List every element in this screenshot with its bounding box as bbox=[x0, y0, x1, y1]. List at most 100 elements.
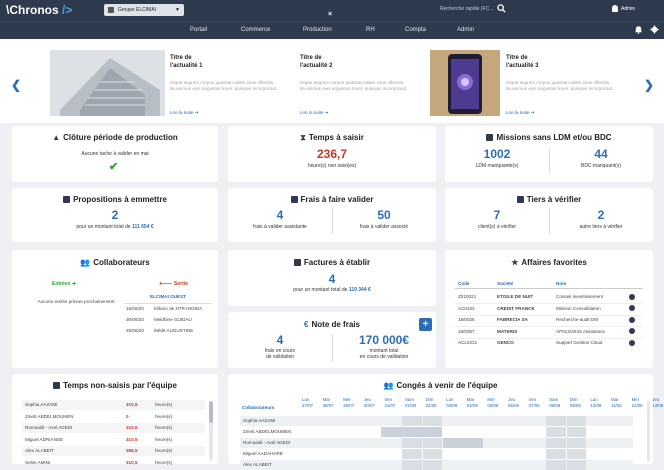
group-select[interactable]: Groupe ELCIMAI ▼ bbox=[104, 4, 184, 16]
news-title-2: Titre de l'actualité 2 bbox=[300, 55, 333, 69]
card-title: ⧗ Temps à saisir bbox=[300, 133, 364, 142]
temps-value[interactable]: 236,7 bbox=[228, 147, 436, 161]
open-arrow-icon[interactable] bbox=[629, 339, 635, 346]
day-header: Mar 04/08 bbox=[466, 397, 478, 408]
affaire-societe[interactable]: ETOILE DE NUIT bbox=[497, 294, 533, 299]
notes-left-value[interactable]: 4 bbox=[228, 333, 332, 347]
open-arrow-icon[interactable] bbox=[629, 316, 635, 323]
affaire-societe[interactable]: FABRECIA SA bbox=[497, 317, 528, 322]
bdc-value[interactable]: 44 bbox=[549, 147, 653, 161]
notes-right-value[interactable]: 170 000€ bbox=[332, 333, 436, 347]
nav-rh[interactable]: RH bbox=[366, 27, 375, 33]
entrees-label: Entrées ➔ bbox=[52, 281, 76, 287]
leave-block[interactable] bbox=[381, 427, 443, 437]
scrollbar[interactable] bbox=[647, 401, 650, 461]
bell-icon[interactable] bbox=[634, 25, 643, 34]
card-temps: ⧗ Temps à saisir 236,7 heure(s) non saisi… bbox=[228, 126, 436, 182]
affaire-nom[interactable]: Mission Consolidation bbox=[556, 306, 601, 311]
gear-icon[interactable] bbox=[650, 25, 659, 34]
hours-unit: heure(s) bbox=[155, 448, 173, 453]
open-arrow-icon[interactable] bbox=[629, 305, 635, 311]
collaborator-name: Zineb ABDELMOUMEN bbox=[25, 413, 74, 419]
close-icon[interactable]: × bbox=[328, 11, 332, 18]
propositions-value[interactable]: 2 bbox=[12, 208, 218, 222]
weekend-cell bbox=[566, 460, 587, 470]
day-header: Mer 29/07 bbox=[343, 397, 355, 408]
hours-unit: heure(s) bbox=[155, 425, 173, 430]
frais-right-value[interactable]: 50 bbox=[332, 208, 436, 222]
open-arrow-icon[interactable] bbox=[629, 328, 635, 334]
collaborator-name: Zineb ABDELMOUMEN bbox=[243, 429, 292, 434]
news-text-3: Utque aegrum corpus quassari etiam ictus… bbox=[506, 80, 614, 91]
factures-value[interactable]: 4 bbox=[228, 272, 436, 286]
search-icon[interactable] bbox=[497, 4, 506, 13]
card-title: € Note de frais bbox=[304, 320, 360, 329]
scrollbar[interactable] bbox=[209, 401, 213, 461]
clipboard-icon bbox=[290, 196, 298, 203]
news-link-1[interactable]: Lire la suite ➔ bbox=[170, 110, 199, 116]
open-arrow-icon[interactable] bbox=[629, 293, 635, 300]
bdc-label: BDC manquant(s) bbox=[580, 163, 621, 169]
day-header: Mer 05/08 bbox=[487, 397, 499, 408]
news-link-3[interactable]: Lire la suite ➔ bbox=[506, 110, 535, 116]
divider bbox=[455, 314, 643, 316]
news-image-1 bbox=[50, 50, 165, 116]
day-header: Lun 27/07 bbox=[302, 397, 313, 408]
app-logo[interactable]: \Chronos /> bbox=[6, 3, 72, 17]
add-note-button[interactable]: + bbox=[419, 318, 432, 331]
user-menu[interactable]: Admin bbox=[612, 5, 635, 12]
search-input[interactable]: Recherche rapide (FC... bbox=[440, 6, 493, 12]
affaire-nom[interactable]: Support Gestion Cloud bbox=[556, 340, 602, 345]
notes-left-label: frais en cours de validation bbox=[264, 348, 295, 360]
card-title: Tiers à vérifier bbox=[445, 195, 653, 204]
sortie-date: 25/06/20 bbox=[126, 328, 144, 333]
nav-compta[interactable]: Compta bbox=[405, 27, 426, 33]
affaire-societe[interactable]: CREDIT FRANCE bbox=[497, 306, 535, 311]
carousel-prev-icon[interactable]: ❮ bbox=[11, 78, 21, 92]
ldm-value[interactable]: 1002 bbox=[445, 147, 549, 161]
tiers-left-value[interactable]: 7 bbox=[445, 208, 549, 222]
weekend-cell bbox=[566, 416, 587, 426]
affaire-code[interactable]: 18/0057 bbox=[458, 329, 475, 334]
affaire-code[interactable]: ACL0231 bbox=[458, 340, 477, 345]
col-code[interactable]: Code bbox=[458, 281, 469, 286]
hours-unit: heure(s) bbox=[155, 402, 173, 407]
divider bbox=[455, 326, 643, 327]
frais-left-value[interactable]: 4 bbox=[228, 208, 332, 222]
nav-commerce[interactable]: Commerce bbox=[241, 27, 270, 33]
card-title: Missions sans LDM et/ou BDC bbox=[445, 133, 653, 142]
sortie-date: 15/06/20 bbox=[126, 306, 144, 311]
nav-admin[interactable]: Admin bbox=[457, 27, 474, 33]
card-cloture: ▲ Clôture période de production Aucune ta… bbox=[12, 126, 218, 182]
affaire-nom[interactable]: Conseil investissement bbox=[556, 294, 603, 299]
weekend-cell bbox=[402, 438, 422, 448]
affaire-code[interactable]: Z010021 bbox=[458, 294, 476, 299]
affaire-nom[interactable]: AP013/2K15 Assistance bbox=[556, 329, 605, 334]
affaire-code[interactable]: 18/0025 bbox=[458, 317, 475, 322]
day-header: Mar 11/08 bbox=[611, 397, 622, 408]
card-propositions: Propositions à emmettre 2 pour un montan… bbox=[12, 188, 218, 242]
weekend-cell bbox=[422, 438, 443, 448]
col-nom[interactable]: Nom bbox=[556, 281, 566, 286]
affaire-nom[interactable]: Recherche-audit DM bbox=[556, 317, 598, 322]
clipboard-icon bbox=[516, 196, 524, 203]
sortie-name[interactable]: Killano de NTR HENDA bbox=[154, 306, 202, 311]
news-link-2[interactable]: Lire la suite ➔ bbox=[300, 110, 329, 116]
card-affaires: ★ Affaires favorites Code Société Nom bbox=[445, 250, 653, 368]
tiers-left-label: client(s) à vérifier bbox=[477, 224, 517, 230]
hours-value: 310,5 bbox=[126, 436, 138, 442]
leave-block[interactable] bbox=[443, 438, 484, 448]
carousel-next-icon[interactable]: ❯ bbox=[644, 78, 654, 92]
collaborator-name: Miguel AADAHARE bbox=[243, 451, 283, 456]
affaire-code[interactable]: AC0103 bbox=[458, 306, 475, 311]
sorties-label: 🡐 Sortie bbox=[159, 281, 188, 287]
nav-production[interactable]: Production bbox=[303, 27, 332, 33]
sortie-name[interactable]: Médé AUGUSTINE bbox=[154, 328, 193, 333]
affaire-societe[interactable]: GENCO bbox=[497, 340, 514, 345]
affaire-societe[interactable]: MATERIS bbox=[497, 329, 517, 334]
tiers-right-value[interactable]: 2 bbox=[549, 208, 653, 222]
col-societe[interactable]: Société bbox=[497, 281, 513, 286]
nav-portail[interactable]: Portail bbox=[190, 27, 207, 33]
star-icon: ★ bbox=[511, 258, 519, 267]
sortie-name[interactable]: Meldhine GUIDAU bbox=[154, 317, 192, 322]
